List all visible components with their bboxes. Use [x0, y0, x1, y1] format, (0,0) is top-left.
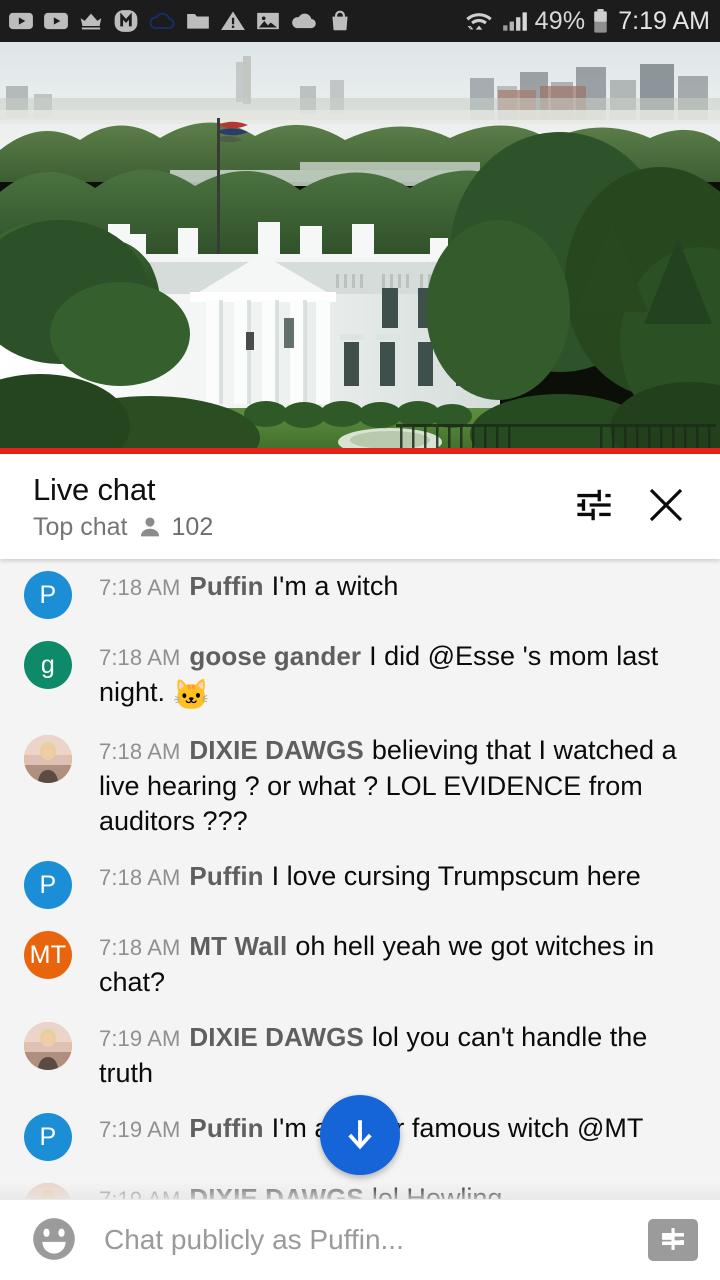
chat-message[interactable]: MT 7:18 AM MT Wall oh hell yeah we got witc…	[0, 919, 720, 1010]
message-body: 7:19 AM DIXIE DAWGS lol Howling	[99, 1181, 696, 1199]
live-chat-header: Live chat Top chat 102	[0, 454, 720, 559]
super-chat-button[interactable]	[648, 1219, 698, 1261]
avatar[interactable]: MT	[24, 931, 72, 979]
message-timestamp: 7:19 AM	[99, 1117, 181, 1142]
message-text: I love cursing Trumpscum here	[271, 861, 641, 891]
chat-message[interactable]: 7:18 AM DIXIE DAWGS believing that I watch…	[0, 723, 720, 849]
status-bar-notification-icons	[8, 8, 463, 34]
message-text: believing that I watched a live hearing …	[99, 735, 677, 836]
message-body: 7:18 AM MT Wall oh hell yeah we got witche…	[99, 929, 696, 1000]
avatar[interactable]: g	[24, 641, 72, 689]
message-timestamp: 7:19 AM	[99, 1026, 181, 1051]
page-title: Live chat	[33, 471, 156, 507]
avatar[interactable]	[24, 735, 72, 783]
avatar-photo	[24, 1022, 72, 1070]
emoji-smiley-icon	[29, 1214, 79, 1267]
message-body: 7:18 AM goose gander I did @Esse 's mom la…	[99, 639, 696, 713]
status-bar-system-icons: 49% 7:19 AM	[463, 7, 710, 36]
message-author[interactable]: goose gander	[189, 641, 361, 671]
message-timestamp: 7:18 AM	[99, 575, 181, 600]
message-timestamp: 7:18 AM	[99, 645, 181, 670]
chat-message[interactable]: 7:19 AM DIXIE DAWGS lol you can't handle t…	[0, 1010, 720, 1101]
arrow-down-icon	[338, 1112, 382, 1159]
message-author[interactable]: DIXIE DAWGS	[189, 1022, 363, 1052]
chat-input[interactable]	[104, 1223, 636, 1257]
message-timestamp: 7:18 AM	[99, 935, 181, 960]
message-body: 7:18 AM DIXIE DAWGS believing that I watch…	[99, 733, 696, 839]
close-chat-button[interactable]	[634, 475, 698, 539]
live-chat-subheader: Top chat 102	[33, 513, 554, 542]
youtube-icon	[8, 8, 34, 34]
dollar-bill-icon	[656, 1224, 690, 1257]
avatar[interactable]	[24, 1022, 72, 1070]
white-house-video-frame	[0, 42, 720, 454]
emoji-picker-button[interactable]	[28, 1214, 80, 1266]
avatar[interactable]: P	[24, 571, 72, 619]
folder-icon	[185, 8, 211, 34]
messenger-m-icon	[113, 8, 139, 34]
youtube-icon	[43, 8, 69, 34]
message-author[interactable]: DIXIE DAWGS	[189, 735, 363, 765]
message-body: 7:18 AM Puffin I'm a witch	[99, 569, 696, 605]
battery-icon	[591, 8, 610, 35]
avatar-photo	[24, 735, 72, 783]
chat-message[interactable]: 7:19 AM DIXIE DAWGS lol Howling	[0, 1171, 720, 1199]
wifi-icon	[463, 8, 495, 34]
avatar[interactable]: P	[24, 861, 72, 909]
scroll-to-bottom-button[interactable]	[320, 1095, 400, 1175]
message-author[interactable]: Puffin	[189, 571, 263, 601]
warning-triangle-icon	[220, 8, 246, 34]
message-body: 7:19 AM DIXIE DAWGS lol you can't handle t…	[99, 1020, 696, 1091]
chat-message[interactable]: P 7:18 AM Puffin I love cursing Trumpscum h…	[0, 849, 720, 919]
cloud-filled-icon	[290, 8, 318, 34]
message-timestamp: 7:18 AM	[99, 739, 181, 764]
filter-sliders-icon	[573, 484, 615, 529]
message-text: lol Howling	[371, 1183, 503, 1199]
person-icon	[137, 514, 163, 540]
avatar-photo	[24, 1183, 72, 1199]
message-author[interactable]: DIXIE DAWGS	[189, 1183, 363, 1199]
message-author[interactable]: Puffin	[189, 1113, 263, 1143]
viewer-count: 102	[171, 512, 214, 541]
cellular-signal-icon	[501, 8, 529, 34]
message-text: oh hell yeah we got witches in chat?	[99, 931, 655, 997]
avatar[interactable]: P	[24, 1113, 72, 1161]
live-chat-header-titles: Live chat Top chat 102	[33, 472, 554, 542]
message-author[interactable]: Puffin	[189, 861, 263, 891]
image-icon	[255, 8, 281, 34]
shopping-bag-icon	[327, 8, 353, 34]
crown-icon	[78, 8, 104, 34]
message-text: I'm a witch	[271, 571, 399, 601]
chat-message[interactable]: P 7:18 AM Puffin I'm a witch	[0, 559, 720, 629]
cloud-outline-icon	[148, 8, 176, 34]
live-video-player[interactable]	[0, 42, 720, 454]
chat-composer	[0, 1199, 720, 1280]
status-bar: 49% 7:19 AM	[0, 0, 720, 42]
clock-label: 7:19 AM	[618, 6, 710, 35]
close-icon	[642, 481, 690, 532]
message-author[interactable]: MT Wall	[189, 931, 287, 961]
message-text: lol you can't handle the truth	[99, 1022, 648, 1088]
emoji-cat-face-icon: 🐱	[172, 679, 210, 712]
chat-message[interactable]: g 7:18 AM goose gander I did @Esse 's mom l…	[0, 629, 720, 723]
chat-filter-button[interactable]	[562, 475, 626, 539]
message-body: 7:18 AM Puffin I love cursing Trumpscum he…	[99, 859, 696, 895]
chat-mode-label[interactable]: Top chat	[33, 513, 128, 542]
battery-percent-label: 49%	[534, 6, 586, 35]
message-timestamp: 7:19 AM	[99, 1187, 180, 1199]
message-timestamp: 7:18 AM	[99, 865, 181, 890]
avatar[interactable]	[24, 1183, 72, 1199]
